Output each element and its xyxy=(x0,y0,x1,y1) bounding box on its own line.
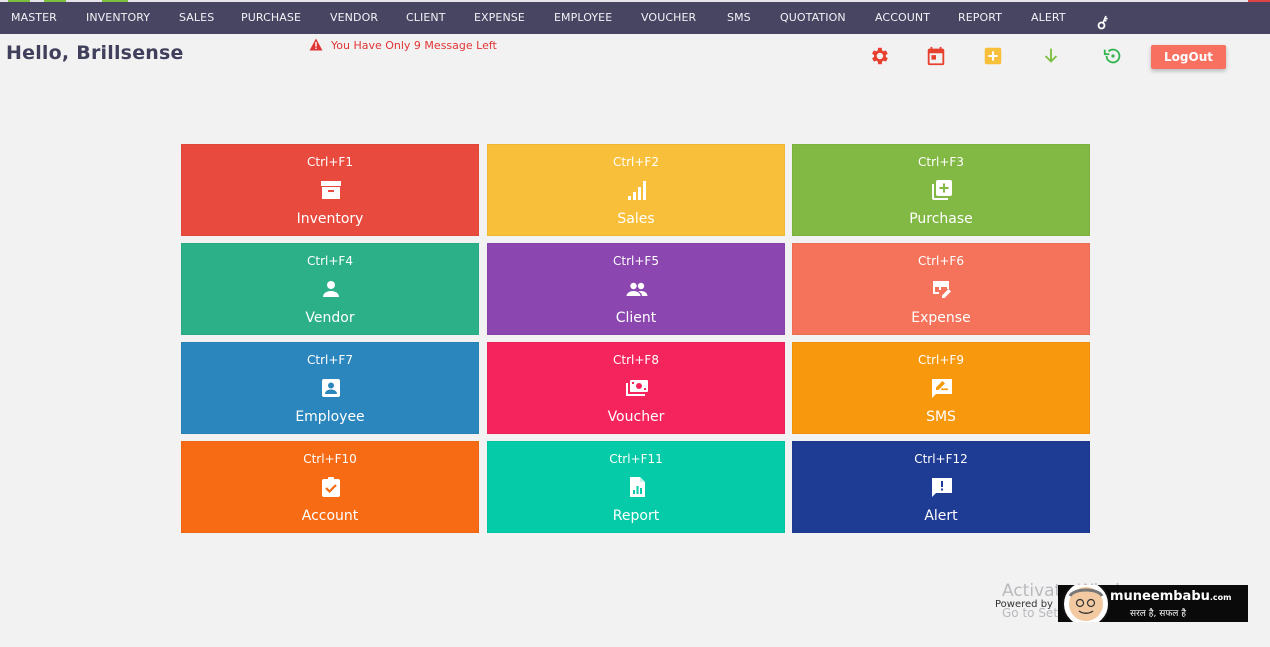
tile-shortcut: Ctrl+F9 xyxy=(918,353,964,367)
tile-shortcut: Ctrl+F7 xyxy=(307,353,353,367)
tile-shortcut: Ctrl+F6 xyxy=(918,254,964,268)
tile-shortcut: Ctrl+F2 xyxy=(613,155,659,169)
tile-shortcut: Ctrl+F11 xyxy=(609,452,663,466)
tile-label: Purchase xyxy=(909,211,973,227)
tile-shortcut: Ctrl+F12 xyxy=(914,452,968,466)
history-icon[interactable] xyxy=(1102,45,1124,67)
brand-name-part1: muneem xyxy=(1110,589,1174,604)
tile-shortcut: Ctrl+F8 xyxy=(613,353,659,367)
tile-label: Account xyxy=(301,508,359,524)
tile-alert[interactable]: Ctrl+F12 Alert xyxy=(792,441,1090,533)
nav-vendor[interactable]: VENDOR xyxy=(330,2,378,34)
mascot-icon xyxy=(1062,585,1110,622)
tile-purchase[interactable]: Ctrl+F3 Purchase xyxy=(792,144,1090,236)
tile-label: Expense xyxy=(911,310,971,326)
tile-shortcut: Ctrl+F1 xyxy=(307,155,353,169)
tile-label: Report xyxy=(612,508,660,524)
nav-alert[interactable]: ALERT xyxy=(1031,2,1066,34)
person-icon xyxy=(323,281,339,297)
tile-shortcut: Ctrl+F5 xyxy=(613,254,659,268)
money-icon xyxy=(626,380,648,396)
message-edit-icon xyxy=(932,379,952,398)
report-icon xyxy=(630,477,645,497)
message-quota-alert: You Have Only 9 Message Left xyxy=(309,38,497,52)
tile-label: SMS xyxy=(926,409,956,425)
tile-client[interactable]: Ctrl+F5 Client xyxy=(487,243,785,335)
nav-quotation[interactable]: QUOTATION xyxy=(780,2,846,34)
logout-button[interactable]: LogOut xyxy=(1151,45,1226,69)
library-add-icon xyxy=(932,180,952,200)
tile-label: Inventory xyxy=(296,211,364,227)
key-icon[interactable] xyxy=(1097,14,1109,30)
tile-voucher[interactable]: Ctrl+F8 Voucher xyxy=(487,342,785,434)
nav-report[interactable]: REPORT xyxy=(958,2,1002,34)
add-box-icon[interactable] xyxy=(982,45,1004,67)
tile-label: Alert xyxy=(924,508,958,524)
brand-name: muneembabu.com xyxy=(1110,589,1232,604)
feedback-icon xyxy=(932,478,952,497)
nav-account[interactable]: ACCOUNT xyxy=(875,2,930,34)
username: Brillsense xyxy=(76,42,184,64)
greeting: Hello, Brillsense xyxy=(6,42,191,64)
tile-sales[interactable]: Ctrl+F2 Sales xyxy=(487,144,785,236)
warning-icon xyxy=(309,38,323,51)
tile-shortcut: Ctrl+F3 xyxy=(918,155,964,169)
alert-message-text: You Have Only 9 Message Left xyxy=(331,39,497,52)
main-navbar: MASTER INVENTORY SALES PURCHASE VENDOR C… xyxy=(0,2,1270,34)
account-box-icon xyxy=(322,379,340,397)
tile-expense[interactable]: Ctrl+F6 Expense xyxy=(792,243,1090,335)
tile-shortcut: Ctrl+F10 xyxy=(303,452,357,466)
greeting-text: Hello, xyxy=(6,42,70,64)
tile-vendor[interactable]: Ctrl+F4 Vendor xyxy=(181,243,479,335)
brand-domain: .com xyxy=(1209,593,1232,602)
archive-icon xyxy=(321,181,341,199)
nav-purchase[interactable]: PURCHASE xyxy=(241,2,301,34)
download-icon[interactable] xyxy=(1040,45,1062,67)
table-edit-icon xyxy=(933,281,951,298)
nav-employee[interactable]: EMPLOYEE xyxy=(554,2,612,34)
brand-logo[interactable]: muneembabu.com सरल है, सफल है xyxy=(1058,585,1248,622)
people-icon xyxy=(626,282,648,296)
nav-sms[interactable]: SMS xyxy=(727,2,751,34)
tile-label: Sales xyxy=(617,211,655,227)
brand-tagline: सरल है, सफल है xyxy=(1130,609,1186,619)
nav-expense[interactable]: EXPENSE xyxy=(474,2,525,34)
tile-label: Employee xyxy=(295,409,365,425)
brand-name-part2: babu xyxy=(1173,589,1210,604)
tile-label: Vendor xyxy=(305,310,355,326)
tile-label: Voucher xyxy=(607,409,665,425)
nav-master[interactable]: MASTER xyxy=(11,2,57,34)
assignment-check-icon xyxy=(322,477,340,497)
calendar-icon[interactable] xyxy=(925,45,947,67)
powered-by-label: Powered by xyxy=(995,599,1053,610)
tile-label: Client xyxy=(615,310,657,326)
nav-voucher[interactable]: VOUCHER xyxy=(641,2,696,34)
settings-icon[interactable] xyxy=(868,45,890,67)
tile-sms[interactable]: Ctrl+F9 SMS xyxy=(792,342,1090,434)
nav-sales[interactable]: SALES xyxy=(179,2,214,34)
tile-shortcut: Ctrl+F4 xyxy=(307,254,353,268)
tile-employee[interactable]: Ctrl+F7 Employee xyxy=(181,342,479,434)
nav-inventory[interactable]: INVENTORY xyxy=(86,2,150,34)
tile-report[interactable]: Ctrl+F11 Report xyxy=(487,441,785,533)
nav-client[interactable]: CLIENT xyxy=(406,2,446,34)
tile-inventory[interactable]: Ctrl+F1 Inventory xyxy=(181,144,479,236)
tile-account[interactable]: Ctrl+F10 Account xyxy=(181,441,479,533)
signal-bars-icon xyxy=(628,181,646,200)
